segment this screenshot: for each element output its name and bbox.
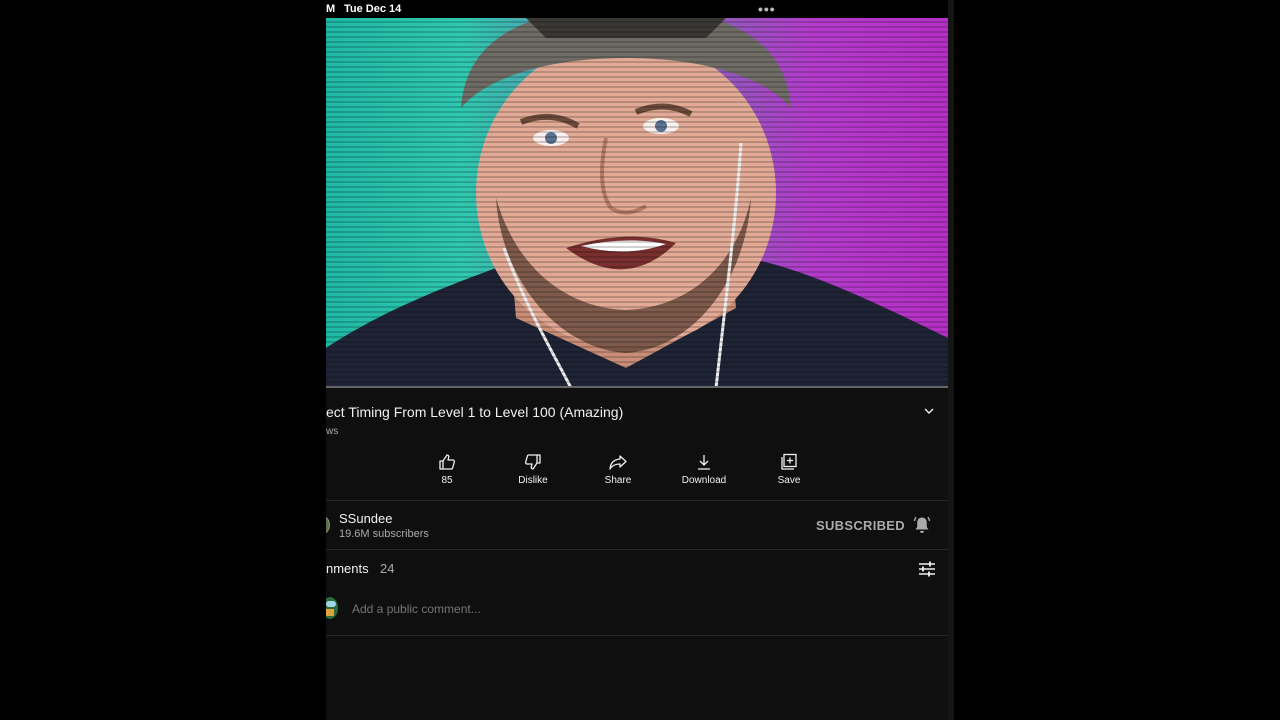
- save-button[interactable]: Save: [754, 450, 824, 494]
- subscribed-button[interactable]: SUBSCRIBED: [816, 518, 905, 533]
- share-button[interactable]: Share: [583, 450, 653, 494]
- video-progress-bar[interactable]: [326, 386, 948, 388]
- download-icon: [698, 455, 710, 470]
- save-playlist-icon: [781, 453, 797, 470]
- sliders-icon: [919, 561, 935, 577]
- tablet-screen: M Tue Dec 14 ••• ect Timing From Level 1…: [326, 0, 954, 720]
- view-count: ws: [326, 426, 339, 437]
- add-comment-row[interactable]: [326, 592, 948, 628]
- tablet-edge: [948, 0, 954, 720]
- video-player[interactable]: [326, 18, 948, 388]
- download-label: Download: [681, 475, 727, 486]
- channel-avatar[interactable]: [326, 516, 330, 534]
- comments-header[interactable]: nments 24: [326, 558, 948, 580]
- add-comment-input[interactable]: [352, 602, 752, 616]
- thumbs-up-icon: [439, 454, 456, 470]
- share-label: Share: [604, 475, 632, 486]
- chevron-down-icon: [924, 408, 934, 414]
- dislike-button[interactable]: Dislike: [498, 450, 568, 494]
- video-scanlines: [326, 18, 948, 388]
- comments-title: nments: [326, 561, 369, 576]
- like-button[interactable]: 85: [412, 450, 482, 494]
- dislike-label: Dislike: [518, 475, 548, 486]
- multitasking-dots-icon[interactable]: •••: [758, 2, 776, 16]
- divider: [326, 635, 948, 636]
- status-date: Tue Dec 14: [344, 3, 402, 15]
- video-title-row[interactable]: ect Timing From Level 1 to Level 100 (Am…: [326, 402, 948, 424]
- crewmate-avatar-icon: [326, 597, 338, 619]
- expand-description-button[interactable]: [920, 402, 938, 420]
- action-bar: 85 Dislike Share Download Save: [406, 450, 906, 496]
- notification-bell-button[interactable]: [912, 515, 932, 535]
- save-label: Save: [777, 475, 801, 486]
- status-time: M: [326, 3, 336, 15]
- share-icon: [609, 455, 627, 470]
- bell-ringing-icon: [913, 516, 931, 533]
- channel-name[interactable]: SSundee: [339, 511, 393, 526]
- status-bar: M Tue Dec 14 •••: [326, 0, 954, 18]
- sort-comments-button[interactable]: [916, 558, 938, 580]
- video-title: ect Timing From Level 1 to Level 100 (Am…: [326, 404, 624, 420]
- channel-row[interactable]: SSundee 19.6M subscribers SUBSCRIBED: [326, 500, 948, 550]
- comments-count: 24: [380, 561, 395, 576]
- download-button[interactable]: Download: [669, 450, 739, 494]
- user-avatar: [326, 595, 340, 621]
- subscriber-count: 19.6M subscribers: [339, 528, 429, 540]
- divider: [326, 549, 948, 550]
- like-count: 85: [441, 475, 453, 486]
- thumbs-down-icon: [524, 454, 541, 470]
